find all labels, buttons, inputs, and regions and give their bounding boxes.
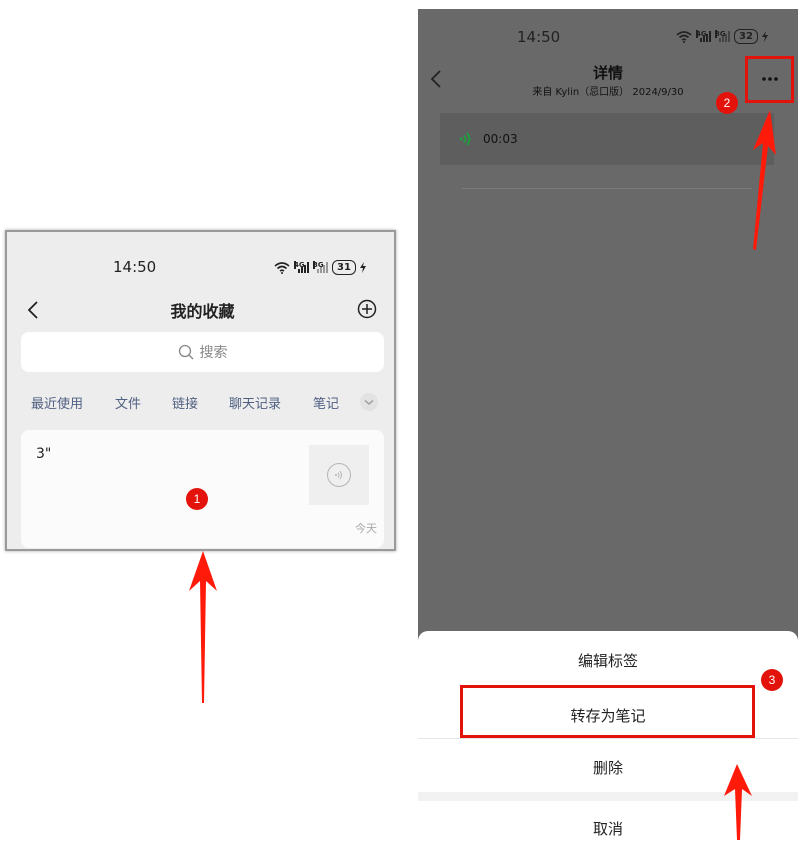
signal-icon: 3G xyxy=(715,30,730,42)
tab-notes[interactable]: 笔记 xyxy=(313,393,339,412)
search-icon xyxy=(178,344,193,360)
signal-icon: 3G xyxy=(313,261,328,273)
page-title: 详情 xyxy=(592,64,623,82)
step-badge-2: 2 xyxy=(716,92,738,114)
search-input[interactable]: 搜索 xyxy=(21,332,384,372)
edit-tags-button[interactable]: 编辑标签 xyxy=(418,650,798,671)
chevron-down-icon[interactable] xyxy=(359,392,379,412)
voice-message[interactable]: 00:03 xyxy=(440,113,774,165)
divider xyxy=(418,738,798,739)
voice-icon xyxy=(459,132,471,146)
battery-icon: 31 xyxy=(332,260,356,275)
highlight-save-as-note xyxy=(460,685,755,738)
highlight-more-button xyxy=(745,56,794,103)
charging-icon xyxy=(761,31,768,42)
tab-files[interactable]: 文件 xyxy=(115,393,141,412)
arrow-up-icon xyxy=(189,551,217,703)
status-icons: 4G 3G 32 xyxy=(676,29,768,44)
wifi-icon xyxy=(274,261,290,274)
arrow-up-icon xyxy=(724,764,752,840)
status-time: 14:50 xyxy=(517,28,561,46)
arrow-up-icon xyxy=(753,110,776,250)
step-badge-1: 1 xyxy=(186,488,208,510)
card-date: 今天 xyxy=(355,522,377,535)
voice-duration: 00:03 xyxy=(483,132,518,146)
voice-icon xyxy=(327,463,351,487)
divider xyxy=(462,188,752,189)
signal-icon: 4G xyxy=(294,261,309,273)
page-title: 我的收藏 xyxy=(170,302,235,321)
category-tabs: 最近使用 文件 链接 聊天记录 笔记 xyxy=(7,387,394,417)
page-subtitle: 来自 Kylin（忌口版） 2024/9/30 xyxy=(532,87,684,98)
step-badge-3: 3 xyxy=(761,669,783,691)
voice-duration: 3" xyxy=(36,446,52,462)
status-time: 14:50 xyxy=(113,258,157,276)
voice-thumbnail xyxy=(309,445,369,505)
tab-links[interactable]: 链接 xyxy=(172,393,198,412)
wifi-icon xyxy=(676,30,692,43)
tab-recent[interactable]: 最近使用 xyxy=(31,393,83,412)
charging-icon xyxy=(359,262,366,273)
signal-icon: 4G xyxy=(696,30,711,42)
tab-chat-records[interactable]: 聊天记录 xyxy=(229,393,281,412)
battery-icon: 32 xyxy=(734,29,758,44)
search-placeholder: 搜索 xyxy=(199,345,228,361)
add-circle-icon[interactable] xyxy=(357,299,377,319)
status-icons: 4G 3G 31 xyxy=(274,260,366,275)
